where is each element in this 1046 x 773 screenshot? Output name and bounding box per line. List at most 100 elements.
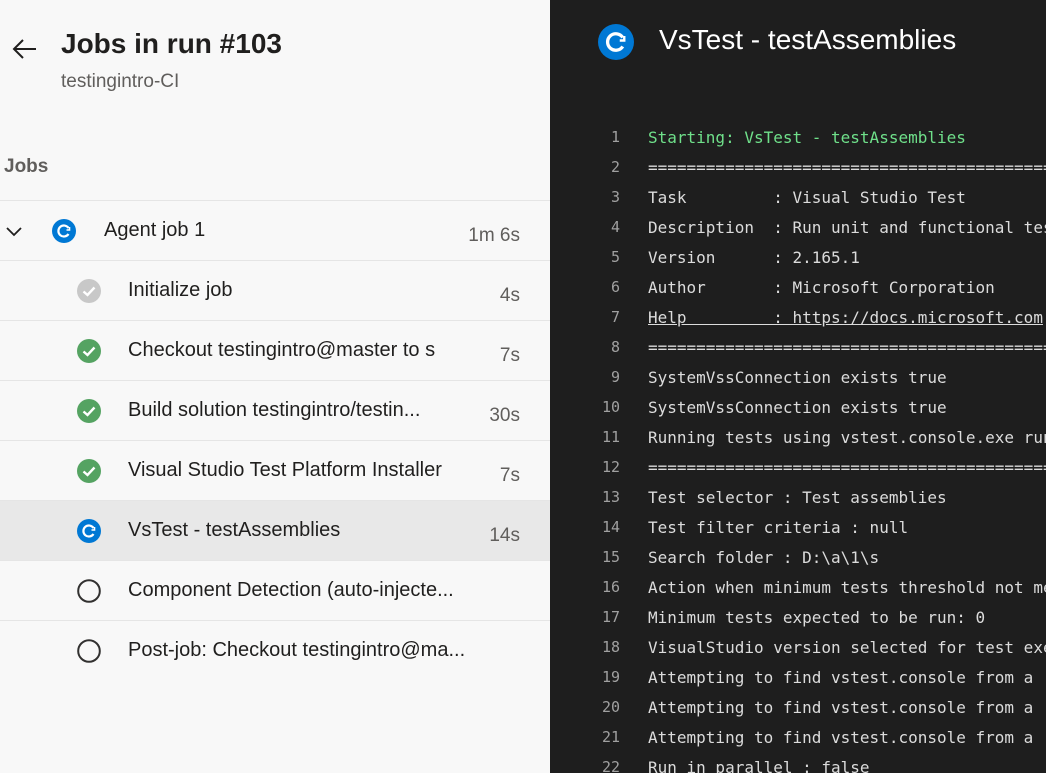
log-line-text: SystemVssConnection exists true (648, 398, 947, 417)
step-label: VsTest - testAssemblies (128, 519, 341, 541)
step-label: Checkout testingintro@master to s (128, 339, 436, 361)
running-status-icon (77, 519, 101, 543)
pending-status-icon (77, 639, 101, 663)
pipeline-name: testingintro-CI (61, 71, 180, 92)
succeeded-status-icon (77, 339, 101, 363)
step-label: Component Detection (auto-injecte... (128, 579, 454, 601)
log-line-text: Attempting to find vstest.console from a (648, 698, 1034, 717)
log-line-text: SystemVssConnection exists true (648, 368, 947, 387)
log-line-text: ========================================… (648, 158, 1046, 177)
log-line-text: Starting: VsTest - testAssemblies (648, 128, 966, 147)
log-line-text: Action when minimum tests threshold not … (648, 578, 1046, 597)
log-line: 2 =======================================… (550, 152, 1046, 182)
log-line: 4 Description : Run unit and functional t… (550, 212, 1046, 242)
log-line-text: Task : Visual Studio Test (648, 188, 966, 207)
log-line: 9 SystemVssConnection exists true (550, 362, 1046, 392)
log-line-text: ========================================… (648, 338, 1046, 357)
step-row[interactable]: Build solution testingintro/testin... 30s (0, 380, 550, 440)
line-number: 20 (601, 698, 620, 716)
log-line: 22 Run in parallel : false (550, 752, 1046, 773)
line-number: 10 (601, 398, 620, 416)
log-panel: VsTest - testAssemblies 1 Starting: VsTes… (550, 0, 1046, 773)
skipped-status-icon (77, 279, 101, 303)
log-line-text: Minimum tests expected to be run: 0 (648, 608, 986, 627)
log-line: 21 Attempting to find vstest.console from… (550, 722, 1046, 752)
step-row[interactable]: Component Detection (auto-injecte... (0, 560, 550, 620)
back-arrow-icon (12, 39, 36, 59)
jobs-section-label: Jobs (4, 156, 49, 177)
log-line: 5 Version : 2.165.1 (550, 242, 1046, 272)
line-number: 4 (610, 218, 620, 236)
pending-status-icon (77, 579, 101, 603)
log-title: VsTest - testAssemblies (659, 24, 957, 55)
line-number: 3 (610, 188, 620, 206)
line-number: 18 (601, 638, 620, 656)
log-line: 16 Action when minimum tests threshold no… (550, 572, 1046, 602)
log-line-text: VisualStudio version selected for test e… (648, 638, 1046, 657)
log-line: 3 Task : Visual Studio Test (550, 182, 1046, 212)
running-status-icon (52, 219, 76, 243)
line-number: 16 (601, 578, 620, 596)
step-label: Initialize job (128, 279, 233, 301)
log-line-text: Test selector : Test assemblies (648, 488, 947, 507)
line-number: 15 (601, 548, 620, 566)
step-duration: 7s (499, 345, 520, 366)
line-number: 12 (601, 458, 620, 476)
log-line-text: Run in parallel : false (648, 758, 870, 773)
log-line: 17 Minimum tests expected to be run: 0 (550, 602, 1046, 632)
line-number: 1 (610, 128, 620, 146)
log-line: 19 Attempting to find vstest.console from… (550, 662, 1046, 692)
log-line: 18 VisualStudio version selected for test… (550, 632, 1046, 662)
step-duration: 4s (499, 285, 520, 306)
line-number: 2 (610, 158, 620, 176)
log-line-text: ========================================… (648, 458, 1046, 477)
step-label: Post-job: Checkout testingintro@ma... (128, 639, 466, 661)
succeeded-status-icon (77, 459, 101, 483)
log-line-text: Search folder : D:\a\1\s (648, 548, 880, 567)
line-number: 13 (601, 488, 620, 506)
log-line-text: Description : Run unit and functional te… (648, 218, 1046, 237)
jobs-panel: Jobs in run #103 testingintro-CI Jobs Ag… (0, 0, 550, 773)
step-duration: 14s (489, 525, 520, 546)
step-row[interactable]: Post-job: Checkout testingintro@ma... (0, 620, 550, 680)
log-line: 13 Test selector : Test assemblies (550, 482, 1046, 512)
step-label: Build solution testingintro/testin... (128, 399, 421, 421)
page-title: Jobs in run #103 (61, 28, 282, 59)
log-line: 11 Running tests using vstest.console.exe… (550, 422, 1046, 452)
log-line: 15 Search folder : D:\a\1\s (550, 542, 1046, 572)
running-status-icon (598, 24, 634, 60)
line-number: 5 (610, 248, 620, 266)
step-duration: 7s (499, 465, 520, 486)
step-row[interactable]: VsTest - testAssemblies 14s (0, 500, 550, 560)
log-output[interactable]: 1 Starting: VsTest - testAssemblies 2 =====… (550, 122, 1046, 773)
line-number: 6 (610, 278, 620, 296)
step-row[interactable]: Visual Studio Test Platform Installer 7s (0, 440, 550, 500)
log-line-text: Attempting to find vstest.console from a (648, 728, 1034, 747)
log-line-text: Running tests using vstest.console.exe r… (648, 428, 1046, 447)
step-row[interactable]: Initialize job 4s (0, 260, 550, 320)
chevron-down-icon[interactable] (4, 221, 24, 241)
log-line-text: Test filter criteria : null (648, 518, 909, 537)
log-line: 12 ======================================… (550, 452, 1046, 482)
line-number: 21 (601, 728, 620, 746)
step-row[interactable]: Checkout testingintro@master to s 7s (0, 320, 550, 380)
line-number: 8 (610, 338, 620, 356)
succeeded-status-icon (77, 399, 101, 423)
log-line: 8 =======================================… (550, 332, 1046, 362)
line-number: 19 (601, 668, 620, 686)
log-line-text: Attempting to find vstest.console from a (648, 668, 1034, 687)
line-number: 7 (610, 308, 620, 326)
agent-job-duration: 1m 6s (468, 225, 520, 246)
log-line: 10 SystemVssConnection exists true (550, 392, 1046, 422)
agent-job-label: Agent job 1 (104, 219, 206, 241)
log-line: 7 Help : https://docs.microsoft.com (550, 302, 1046, 332)
log-line: 6 Author : Microsoft Corporation (550, 272, 1046, 302)
step-duration: 30s (489, 405, 520, 426)
log-line-link[interactable]: Help : https://docs.microsoft.com (648, 308, 1043, 327)
log-line: 14 Test filter criteria : null (550, 512, 1046, 542)
agent-job-row[interactable]: Agent job 1 1m 6s (0, 200, 550, 260)
back-button[interactable] (10, 34, 40, 64)
line-number: 22 (601, 758, 620, 773)
line-number: 14 (601, 518, 620, 536)
log-line: 1 Starting: VsTest - testAssemblies (550, 122, 1046, 152)
